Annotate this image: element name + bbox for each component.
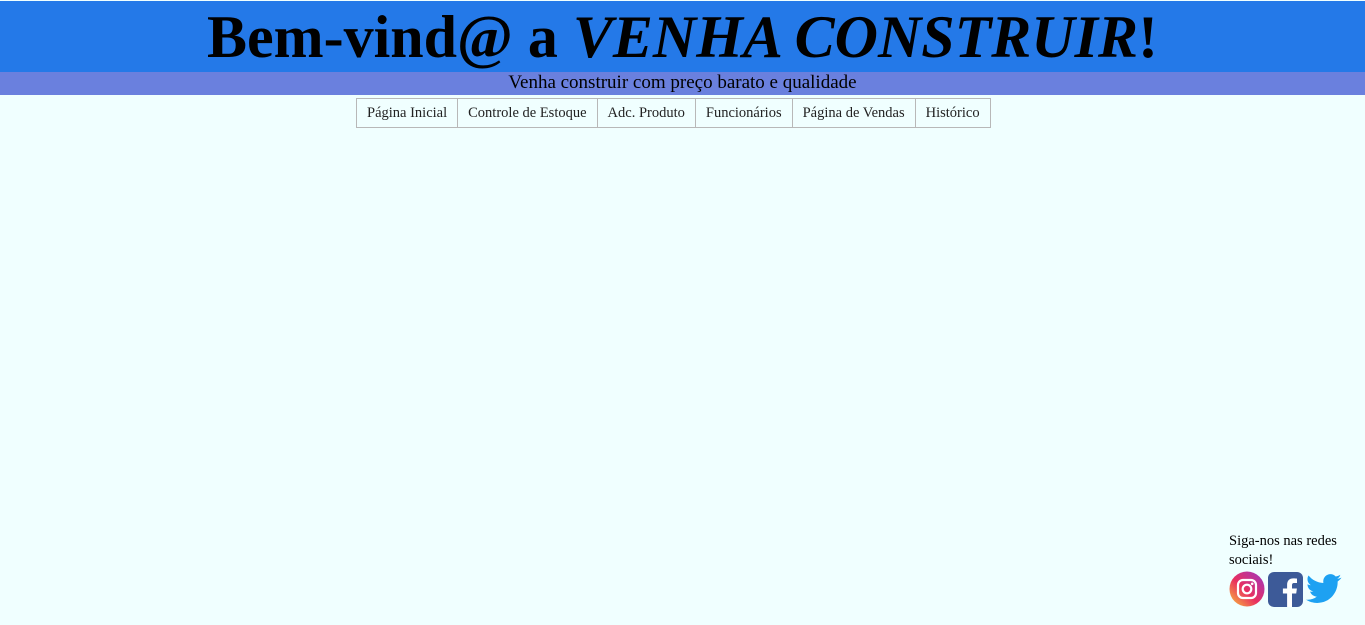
nav-item-adc-produto[interactable]: Adc. Produto xyxy=(598,99,696,127)
nav-item-pagina-inicial[interactable]: Página Inicial xyxy=(357,99,459,127)
page-title: Bem-vind@ a VENHA CONSTRUIR! xyxy=(0,1,1365,73)
site-header: Bem-vind@ a VENHA CONSTRUIR! xyxy=(0,1,1365,72)
nav-item-controle-de-estoque[interactable]: Controle de Estoque xyxy=(458,99,598,127)
main-nav: Página Inicial Controle de Estoque Adc. … xyxy=(356,98,991,128)
title-brand: VENHA CONSTRUIR xyxy=(572,4,1139,70)
nav-item-pagina-de-vendas[interactable]: Página de Vendas xyxy=(793,99,916,127)
facebook-icon[interactable] xyxy=(1268,571,1303,607)
social-section: Siga-nos nas redes sociais! xyxy=(1229,532,1359,607)
instagram-icon[interactable] xyxy=(1229,571,1265,607)
twitter-icon[interactable] xyxy=(1306,574,1342,604)
site-subtitle: Venha construir com preço barato e quali… xyxy=(0,72,1365,95)
nav-item-historico[interactable]: Histórico xyxy=(916,99,990,127)
title-suffix: ! xyxy=(1138,4,1158,70)
nav-item-funcionarios[interactable]: Funcionários xyxy=(696,99,793,127)
social-text: Siga-nos nas redes sociais! xyxy=(1229,533,1337,568)
title-prefix: Bem-vind@ a xyxy=(207,4,573,70)
social-icons xyxy=(1229,571,1359,607)
